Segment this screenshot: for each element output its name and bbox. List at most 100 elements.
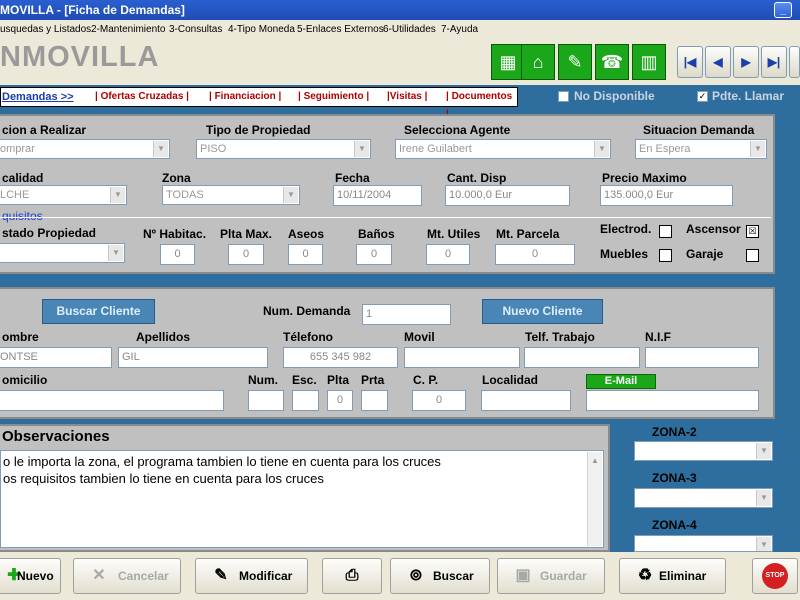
movil-field[interactable] [404,347,520,368]
first-record-icon[interactable]: |◀ [677,46,703,78]
num-demanda-label: Num. Demanda [263,304,351,318]
stop-button[interactable]: STOP [752,558,798,594]
num-demanda-field[interactable]: 1 [362,304,451,325]
num-field[interactable] [248,390,284,411]
observaciones-line: o le importa la zona, el programa tambie… [3,454,441,469]
banos-label: Baños [358,227,395,241]
house-icon[interactable]: ⌂ [521,44,555,80]
zona-2-select[interactable]: ▼ [634,441,773,461]
nombre-field[interactable]: ONTSE [0,347,112,368]
zona-3-label: ZONA-3 [652,471,697,485]
accion-label: cion a Realizar [2,123,87,137]
observaciones-panel: Observaciones o le importa la zona, el p… [0,424,610,552]
esc-field[interactable] [292,390,319,411]
pdte-llamar-label: Pdte. Llamar [712,89,785,103]
calculator-icon[interactable]: ▦ [491,44,525,80]
building-icon[interactable]: ▥ [632,44,666,80]
telefono-field[interactable]: 655 345 982 [283,347,398,368]
zona-select[interactable]: TODAS ▼ [162,185,300,205]
menu-enlaces-externos[interactable]: 5-Enlaces Externos [297,20,384,39]
no-disponible-checkbox[interactable] [558,91,569,102]
estado-propiedad-select[interactable]: ▼ [0,243,125,263]
electrod-checkbox[interactable] [659,225,672,238]
fecha-label: Fecha [335,171,370,185]
handshake-icon[interactable]: ✎ [558,44,592,80]
tab-strip: Demandas >> | Ofertas Cruzadas | | Finan… [0,87,518,120]
situacion-select[interactable]: En Espera ▼ [635,139,767,159]
esc-label: Esc. [292,373,317,387]
habitaciones-field[interactable]: 0 [160,244,195,265]
menu-tipo-moneda[interactable]: 4-Tipo Moneda [228,20,295,39]
situacion-label: Situacion Demanda [643,123,755,137]
chevron-up-icon[interactable]: ▲ [588,452,602,469]
email-button[interactable]: E-Mail [586,374,656,389]
prta-field[interactable] [361,390,388,411]
zona-4-select[interactable]: ▼ [634,535,773,552]
estado-propiedad-label: stado Propiedad [2,226,97,240]
nif-field[interactable] [645,347,759,368]
client-panel: Buscar Cliente Num. Demanda 1 Nuevo Clie… [0,287,775,419]
tab-ofertas-cruzadas[interactable]: | Ofertas Cruzadas | [95,88,189,106]
observaciones-textarea[interactable]: o le importa la zona, el programa tambie… [0,450,604,548]
garaje-checkbox[interactable] [746,249,759,262]
plta-field[interactable]: 0 [327,390,353,411]
domicilio-field[interactable] [0,390,224,411]
chevron-down-icon: ▼ [153,141,168,157]
pdte-llamar-checkbox[interactable]: ✓ [697,91,708,102]
eliminar-button[interactable]: ♻ Eliminar [619,558,726,594]
guardar-button[interactable]: ▣ Guardar [497,558,605,594]
last-record-icon[interactable]: ▶| [761,46,787,78]
precio-maximo-field[interactable]: 135.000,0 Eur [600,185,733,206]
mt-utiles-field[interactable]: 0 [426,244,470,265]
agente-select[interactable]: Irene Guilabert ▼ [395,139,611,159]
nuevo-cliente-button[interactable]: Nuevo Cliente [482,299,603,324]
previous-record-icon[interactable]: ◀ [705,46,731,78]
garaje-label: Garaje [686,247,724,261]
planta-max-field[interactable]: 0 [228,244,264,265]
localidad-label: Localidad [482,373,539,387]
modificar-button[interactable]: ✎ Modificar [195,558,308,594]
extra-tool-icon[interactable] [789,46,800,78]
movil-label: Movil [404,330,435,344]
menu-mantenimiento[interactable]: 2-Mantenimiento [91,20,165,39]
next-record-icon[interactable]: ▶ [733,46,759,78]
tab-visitas[interactable]: |Visitas | [387,88,427,106]
scrollbar[interactable]: ▲ [587,452,602,546]
buscar-cliente-button[interactable]: Buscar Cliente [42,299,155,324]
buscar-button[interactable]: ⊚ Buscar [390,558,490,594]
menu-utilidades[interactable]: 6-Utilidades [383,20,436,39]
cp-field[interactable]: 0 [412,390,466,411]
menu-busquedas[interactable]: usquedas y Listados [0,20,91,39]
tab-demandas[interactable]: Demandas >> [2,88,74,106]
menu-ayuda[interactable]: 7-Ayuda [441,20,478,39]
precio-maximo-label: Precio Maximo [602,171,687,185]
cancel-icon: ✕ [92,567,106,584]
accion-select[interactable]: omprar ▼ [0,139,170,159]
muebles-checkbox[interactable] [659,249,672,262]
nombre-label: ombre [2,330,39,344]
print-button[interactable]: ⎙ [322,558,382,594]
cancelar-button[interactable]: ✕ Cancelar [73,558,181,594]
zona-3-select[interactable]: ▼ [634,488,773,508]
tab-financiacion[interactable]: | Financiacion | [209,88,281,106]
electrod-label: Electrod. [600,222,652,236]
menu-consultas[interactable]: 3-Consultas [169,20,222,39]
telephone-icon[interactable]: ☎ [595,44,629,80]
minimize-button[interactable]: _ [774,2,792,18]
tipo-propiedad-select[interactable]: PISO ▼ [196,139,371,159]
aseos-label: Aseos [288,227,325,241]
telf-trabajo-field[interactable] [524,347,640,368]
cant-disp-field[interactable]: 10.000,0 Eur [445,185,570,206]
ascensor-checkbox[interactable]: ☒ [746,225,759,238]
tab-seguimiento[interactable]: | Seguimiento | [298,88,369,106]
localidad-select[interactable]: LCHE ▼ [0,185,127,205]
mt-parcela-field[interactable]: 0 [495,244,575,265]
banos-field[interactable]: 0 [356,244,392,265]
chevron-down-icon: ▼ [756,490,771,506]
aseos-field[interactable]: 0 [288,244,323,265]
email-field[interactable] [586,390,759,411]
localidad-field[interactable] [481,390,571,411]
fecha-field[interactable]: 10/11/2004 [333,185,422,206]
apellidos-field[interactable]: GIL [118,347,268,368]
nuevo-button[interactable]: ✚ Nuevo [0,558,61,594]
